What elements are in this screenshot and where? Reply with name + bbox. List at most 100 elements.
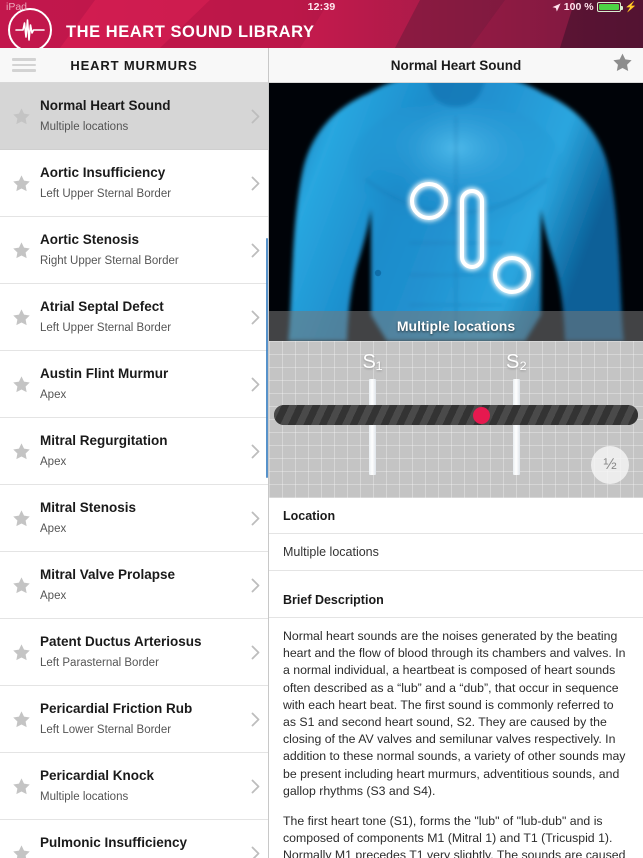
chevron-right-icon	[242, 511, 268, 526]
star-glyph	[12, 241, 30, 258]
star-glyph	[12, 509, 30, 526]
clock: 12:39	[307, 1, 336, 13]
chevron-right-icon	[242, 578, 268, 593]
list-item-texts: Aortic Insufficiency Left Upper Sternal B…	[34, 164, 242, 201]
sidebar-scrollbar[interactable]	[265, 238, 268, 478]
murmur-list-item[interactable]: Atrial Septal Defect Left Upper Sternal B…	[0, 284, 268, 351]
murmur-location: Apex	[40, 455, 67, 468]
image-caption: Multiple locations	[269, 311, 643, 341]
list-item-texts: Aortic Stenosis Right Upper Sternal Borde…	[34, 231, 242, 268]
playback-speed-button[interactable]: ½	[591, 446, 629, 484]
sidebar-header: HEART MURMURS	[0, 48, 268, 83]
murmur-name: Mitral Regurgitation	[40, 433, 168, 449]
chevron-glyph	[251, 310, 259, 324]
murmur-list-item[interactable]: Patent Ductus Arteriosus Left Parasternal…	[0, 619, 268, 686]
s2-label: S₂	[505, 351, 528, 373]
star-glyph	[12, 710, 30, 727]
star-favorite-icon[interactable]	[8, 308, 34, 327]
track-stripes	[274, 405, 638, 425]
auscultation-diagram[interactable]: Multiple locations	[269, 83, 643, 341]
status-bar: iPad 12:39 100 % ⚡	[0, 0, 643, 16]
detail-title: Normal Heart Sound	[390, 57, 522, 73]
chevron-right-icon	[242, 109, 268, 124]
playhead-handle[interactable]	[473, 406, 490, 424]
heart-sound-player[interactable]: S₁ S₂ ½	[269, 341, 643, 498]
description-body: Normal heart sounds are the noises gener…	[269, 618, 643, 858]
star-glyph	[12, 442, 30, 459]
chevron-right-icon	[242, 444, 268, 459]
chevron-glyph	[251, 176, 259, 190]
murmur-list-item[interactable]: Pericardial Knock Multiple locations	[0, 753, 268, 820]
star-favorite-icon[interactable]	[8, 107, 34, 126]
list-item-texts: Mitral Stenosis Apex	[34, 499, 242, 536]
chevron-glyph	[251, 243, 259, 257]
app-root: iPad 12:39 100 % ⚡ THE HEART SOUND LIBRA…	[0, 0, 643, 858]
hamburger-menu-icon[interactable]	[12, 58, 36, 72]
chevron-glyph	[251, 109, 259, 123]
star-favorite-icon[interactable]	[8, 643, 34, 662]
description-paragraph-1: Normal heart sounds are the noises gener…	[283, 629, 626, 798]
location-arrow-icon	[552, 2, 561, 12]
brand-group: THE HEART SOUND LIBRARY	[0, 8, 315, 48]
murmur-location: Left Lower Sternal Border	[40, 723, 172, 736]
chevron-right-icon	[242, 243, 268, 258]
murmur-list-item[interactable]: Mitral Valve Prolapse Apex	[0, 552, 268, 619]
murmur-list-item[interactable]: Pericardial Friction Rub Left Lower Stern…	[0, 686, 268, 753]
detail-pane: Normal Heart Sound Multiple locations S₁…	[269, 48, 643, 858]
battery-percent-label: 100 %	[563, 1, 594, 13]
status-right-group: 100 % ⚡	[552, 1, 637, 13]
app-title: THE HEART SOUND LIBRARY	[66, 22, 315, 41]
star-glyph	[12, 777, 30, 794]
murmur-name: Pulmonic Insufficiency	[40, 835, 188, 851]
murmur-list-item[interactable]: Mitral Regurgitation Apex	[0, 418, 268, 485]
murmur-name: Mitral Valve Prolapse	[40, 567, 176, 583]
murmur-location: Apex	[40, 589, 67, 602]
murmur-list-item[interactable]: Pulmonic InsufficiencyLeft Upper Sternal…	[0, 820, 268, 858]
star-favorite-icon[interactable]	[8, 844, 34, 858]
star-favorite-icon[interactable]	[8, 174, 34, 193]
chevron-right-icon	[242, 176, 268, 191]
sidebar: HEART MURMURS Normal Heart Sound Multiple…	[0, 48, 268, 858]
murmur-location: Left Upper Sternal Border	[40, 187, 172, 200]
chevron-right-icon	[242, 779, 268, 794]
star-favorite-icon[interactable]	[8, 777, 34, 796]
chevron-glyph	[251, 511, 259, 525]
chevron-right-icon	[242, 846, 268, 858]
star-favorite-icon[interactable]	[612, 52, 633, 78]
murmur-list-item[interactable]: Aortic Stenosis Right Upper Sternal Borde…	[0, 217, 268, 284]
murmur-name: Mitral Stenosis	[40, 500, 137, 516]
star-favorite-icon[interactable]	[8, 509, 34, 528]
chevron-glyph	[251, 444, 259, 458]
star-favorite-icon[interactable]	[8, 442, 34, 461]
star-favorite-icon[interactable]	[8, 576, 34, 595]
murmur-location: Multiple locations	[40, 790, 129, 803]
star-glyph	[12, 576, 30, 593]
chevron-right-icon	[242, 712, 268, 727]
murmur-list-item[interactable]: Normal Heart Sound Multiple locations	[0, 83, 268, 150]
chevron-glyph	[251, 645, 259, 659]
s2-bar	[513, 379, 520, 475]
lightning-bolt-icon: ⚡	[624, 1, 637, 13]
app-banner: iPad 12:39 100 % ⚡ THE HEART SOUND LIBRA…	[0, 0, 643, 48]
audio-track[interactable]	[274, 405, 638, 425]
murmur-location: Multiple locations	[40, 120, 129, 133]
murmur-name: Pericardial Knock	[40, 768, 155, 784]
murmur-list-item[interactable]: Austin Flint Murmur Apex	[0, 351, 268, 418]
chevron-glyph	[251, 377, 259, 391]
star-glyph	[12, 174, 30, 191]
murmur-location: Left Parasternal Border	[40, 656, 159, 669]
murmur-name: Pericardial Friction Rub	[40, 701, 193, 717]
murmur-name: Austin Flint Murmur	[40, 366, 169, 382]
star-favorite-icon[interactable]	[8, 710, 34, 729]
murmur-location: Right Upper Sternal Border	[40, 254, 179, 267]
list-item-texts: Pericardial Friction Rub Left Lower Stern…	[34, 700, 242, 737]
star-favorite-icon[interactable]	[8, 375, 34, 394]
murmur-list-item[interactable]: Aortic Insufficiency Left Upper Sternal B…	[0, 150, 268, 217]
list-item-texts: Pulmonic InsufficiencyLeft Upper Sternal…	[34, 834, 242, 858]
murmur-list-item[interactable]: Mitral Stenosis Apex	[0, 485, 268, 552]
chevron-right-icon	[242, 310, 268, 325]
star-favorite-icon[interactable]	[8, 241, 34, 260]
content-panes: HEART MURMURS Normal Heart Sound Multiple…	[0, 48, 643, 858]
playback-speed-label: ½	[603, 456, 617, 473]
location-value: Multiple locations	[269, 534, 643, 571]
